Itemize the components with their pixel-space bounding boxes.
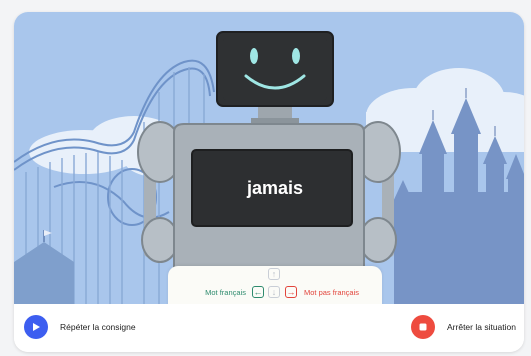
up-arrow-icon[interactable]: ↑	[268, 268, 280, 280]
robot-screen-word: jamais	[246, 177, 304, 198]
left-arrow-icon[interactable]: ←	[252, 286, 264, 298]
label-not-french-word: Mot pas français	[304, 288, 360, 297]
stop-situation-label: Arrêter la situation	[447, 322, 516, 332]
exercise-card: jamais Mot français ↑ ← ↓ → Mot pas fran…	[14, 12, 524, 352]
stop-icon	[411, 315, 436, 339]
label-french-word: Mot français	[205, 288, 246, 297]
right-arrow-icon[interactable]: →	[285, 286, 297, 298]
bottom-controls: Répéter la consigne Arrêter la situation	[14, 304, 524, 352]
repeat-instruction-button[interactable]: Répéter la consigne	[24, 313, 136, 341]
stop-situation-button[interactable]: Arrêter la situation	[411, 313, 516, 341]
down-arrow-icon[interactable]: ↓	[268, 286, 280, 298]
play-icon	[24, 315, 48, 339]
repeat-instruction-label: Répéter la consigne	[60, 322, 136, 332]
